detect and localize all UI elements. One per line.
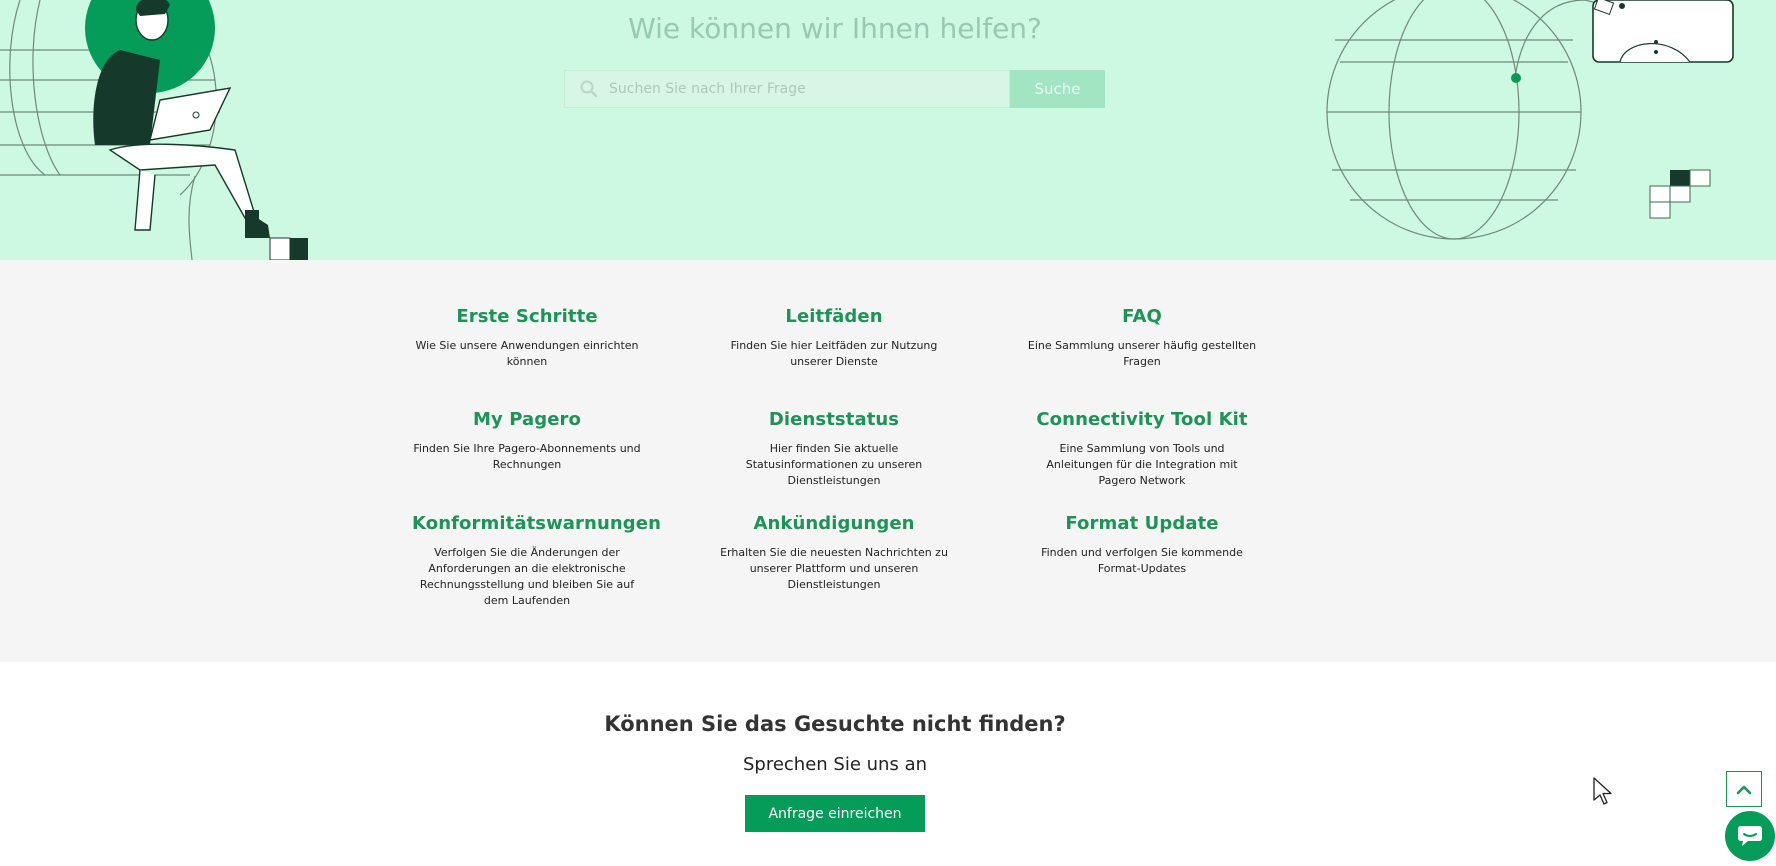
category-title[interactable]: Ankündigungen — [719, 513, 949, 534]
chevron-up-icon — [1736, 785, 1752, 795]
category-description: Finden und verfolgen Sie kommende Format… — [1041, 546, 1243, 575]
contact-section: Können Sie das Gesuchte nicht finden? Sp… — [0, 662, 1776, 866]
category-title[interactable]: Erste Schritte — [412, 306, 642, 327]
category-description: Verfolgen Sie die Änderungen der Anforde… — [419, 546, 635, 607]
search-input[interactable] — [607, 80, 971, 98]
category-konformitaetswarnungen[interactable]: Konformitätswarnungen Verfolgen Sie die … — [412, 513, 661, 609]
mouse-cursor-icon — [1593, 777, 1612, 805]
chat-widget-button[interactable] — [1725, 811, 1775, 861]
category-description: Eine Sammlung von Tools und Anleitungen … — [1046, 442, 1238, 487]
category-ankuendigungen[interactable]: Ankündigungen Erhalten Sie die neuesten … — [719, 513, 949, 593]
category-title[interactable]: Dienststatus — [719, 409, 949, 430]
category-dienststatus[interactable]: Dienststatus Hier finden Sie aktuelle St… — [719, 409, 949, 489]
contact-title: Können Sie das Gesuchte nicht finden? — [604, 712, 1066, 736]
chat-bubble-icon — [1738, 826, 1762, 846]
contact-subtitle: Sprechen Sie uns an — [742, 754, 928, 775]
globe-illustration — [1326, 0, 1734, 240]
search-field[interactable] — [564, 70, 1010, 108]
category-grid: Erste Schritte Wie Sie unsere Anwendunge… — [0, 260, 1776, 662]
search-button[interactable]: Suche — [1010, 70, 1105, 108]
search-icon — [580, 80, 598, 98]
category-description: Eine Sammlung unserer häufig gestellten … — [1027, 339, 1257, 368]
category-format-update[interactable]: Format Update Finden und verfolgen Sie k… — [1027, 513, 1257, 577]
hero-section: Wie können wir Ihnen helfen? Suche — [0, 0, 1776, 260]
category-my-pagero[interactable]: My Pagero Finden Sie Ihre Pagero-Abonnem… — [412, 409, 642, 473]
category-description: Erhalten Sie die neuesten Nachrichten zu… — [720, 546, 948, 591]
submit-request-button[interactable]: Anfrage einreichen — [745, 795, 925, 832]
category-connectivity-tool-kit[interactable]: Connectivity Tool Kit Eine Sammlung von … — [1027, 409, 1257, 489]
scroll-to-top-button[interactable] — [1726, 771, 1762, 807]
category-title[interactable]: My Pagero — [412, 409, 642, 430]
category-title[interactable]: Konformitätswarnungen — [412, 513, 661, 534]
category-title[interactable]: Leitfäden — [719, 306, 949, 327]
category-description: Finden Sie hier Leitfäden zur Nutzung un… — [730, 339, 938, 368]
category-description: Wie Sie unsere Anwendungen einrichten kö… — [415, 339, 639, 368]
category-title[interactable]: FAQ — [1027, 306, 1257, 327]
category-title[interactable]: Connectivity Tool Kit — [1027, 409, 1257, 430]
category-description: Hier finden Sie aktuelle Statusinformati… — [745, 442, 923, 487]
category-leitfaeden[interactable]: Leitfäden Finden Sie hier Leitfäden zur … — [719, 306, 949, 370]
category-title[interactable]: Format Update — [1027, 513, 1257, 534]
search-bar: Suche — [564, 70, 1105, 108]
category-erste-schritte[interactable]: Erste Schritte Wie Sie unsere Anwendunge… — [412, 306, 642, 370]
category-faq[interactable]: FAQ Eine Sammlung unserer häufig gestell… — [1027, 306, 1257, 370]
category-description: Finden Sie Ihre Pagero-Abonnements und R… — [413, 442, 641, 471]
